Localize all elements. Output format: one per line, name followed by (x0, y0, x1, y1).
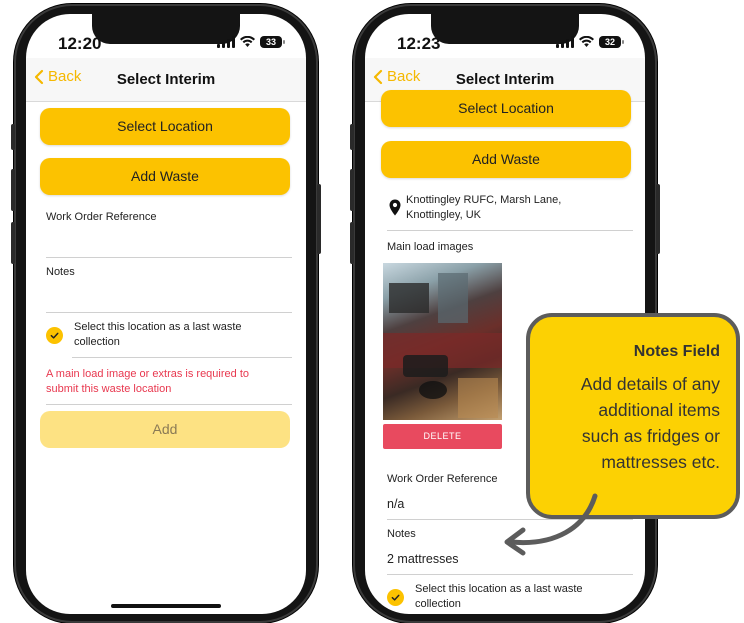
last-location-checkbox[interactable] (387, 589, 404, 606)
nav-bar: Back Select Interim (26, 58, 306, 102)
notes-input[interactable] (46, 281, 292, 311)
signal-icon (217, 36, 235, 48)
curved-arrow-icon (504, 493, 598, 556)
callout-title: Notes Field (633, 343, 720, 360)
work-order-input[interactable]: n/a (387, 497, 404, 511)
wifi-icon (240, 36, 255, 47)
add-waste-button[interactable]: Add Waste (40, 158, 290, 195)
add-waste-button[interactable]: Add Waste (381, 141, 631, 178)
location-pin-icon (389, 199, 401, 216)
divider (387, 574, 633, 575)
add-button[interactable]: Add (40, 411, 290, 448)
divider (72, 357, 292, 358)
wifi-icon (579, 36, 594, 47)
callout-body: Add details of any additional items such… (580, 374, 720, 472)
page-title: Select Interim (116, 71, 216, 88)
battery-icon: 32 (599, 36, 624, 48)
left-screen: 12:20 33 Back Select Interim Select Loca… (26, 14, 306, 614)
work-order-label: Work Order Reference (46, 211, 157, 223)
select-location-button[interactable]: Select Location (381, 90, 631, 127)
checkmark-icon (391, 594, 400, 601)
signal-icon (556, 36, 574, 48)
delete-image-button[interactable]: DELETE (383, 424, 502, 449)
last-location-checkbox-label: Select this location as a last waste col… (74, 321, 242, 348)
main-load-image[interactable] (383, 263, 502, 420)
battery-icon: 33 (260, 36, 285, 48)
left-phone: 12:20 33 Back Select Interim Select Loca… (11, 4, 321, 623)
home-indicator (111, 604, 221, 608)
page-title: Select Interim (455, 71, 555, 88)
work-order-label: Work Order Reference (387, 473, 498, 485)
validation-error: A main load image or extras is required … (46, 368, 249, 395)
main-load-images-label: Main load images (387, 241, 474, 253)
last-location-checkbox[interactable] (46, 327, 63, 344)
notes-label: Notes (46, 266, 75, 278)
work-order-input[interactable] (46, 226, 292, 256)
divider (46, 404, 292, 405)
selected-location: Knottingley RUFC, Marsh Lane, Knottingle… (406, 194, 562, 221)
notes-input[interactable]: 2 mattresses (387, 552, 459, 566)
last-location-checkbox-label: Select this location as a last waste col… (415, 583, 583, 610)
select-location-button[interactable]: Select Location (40, 108, 290, 145)
divider (387, 230, 633, 231)
divider (46, 257, 292, 258)
divider (46, 312, 292, 313)
checkmark-icon (50, 332, 59, 339)
notes-label: Notes (387, 528, 416, 540)
